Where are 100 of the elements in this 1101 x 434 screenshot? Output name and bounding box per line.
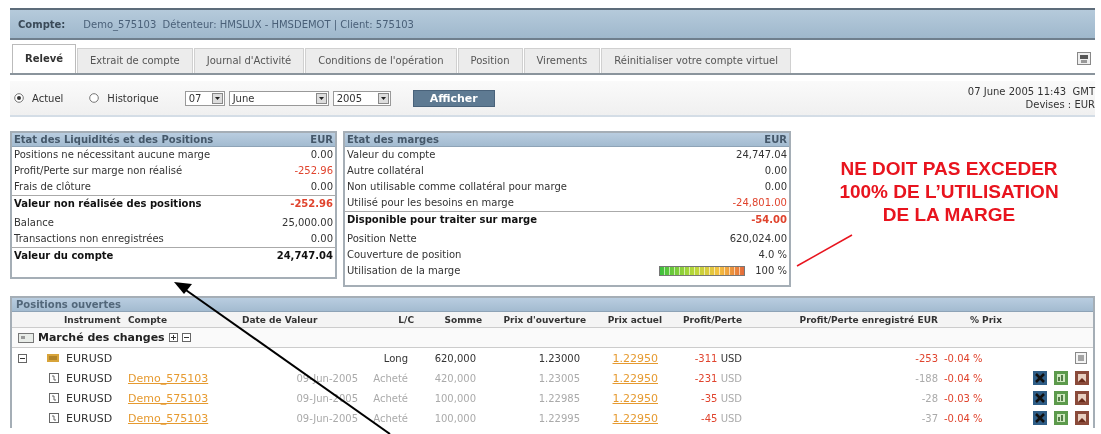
table-cell-text: EURUSD (65, 391, 114, 405)
table-cell-text: EURUSD (65, 411, 114, 425)
document-icon (49, 413, 59, 423)
row-value: 0.00 (310, 148, 333, 162)
column-header: % Prix (968, 314, 1003, 325)
chart-button[interactable] (1054, 391, 1068, 405)
tab[interactable]: Position (457, 48, 523, 73)
tab[interactable]: Extrait de compte (77, 48, 193, 73)
month-dropdown[interactable]: June (228, 90, 329, 106)
table-cell-text: Acheté (372, 372, 409, 384)
chart-button[interactable] (1054, 371, 1068, 385)
x-mark-button[interactable] (1033, 391, 1047, 405)
account-label: Compte: (18, 18, 66, 30)
table-cell-text: -0.03 % (944, 392, 984, 404)
table-cell-text: 1.22995 (537, 412, 581, 424)
row-value: 25,000.00 (282, 216, 333, 230)
coins-icon (47, 353, 59, 363)
row-label: Valeur du compte (347, 148, 436, 162)
row-label: Couverture de position (347, 248, 462, 262)
row-label: Position Nette (347, 232, 417, 246)
table-cell-text: 09-Jun-2005 (295, 412, 359, 424)
row-value: 24,747.04 (736, 148, 787, 162)
column-header: Instrument (64, 314, 122, 325)
row-label: Frais de clôture (14, 180, 91, 194)
tab[interactable]: Réinitialiser votre compte virtuel (601, 48, 792, 73)
row-label: Non utilisable comme collatéral pour marge (347, 180, 567, 194)
table-cell-text: -0.04 % (944, 352, 984, 364)
currency-label: USD (720, 352, 742, 364)
collapse-icon[interactable] (18, 353, 27, 363)
table-cell-text: 1.23000 (537, 352, 581, 364)
table-cell-text: -0.04 % (944, 412, 984, 424)
table-cell-text: -37 (920, 412, 939, 424)
image-button[interactable] (1075, 411, 1089, 425)
row-value: 100 % (755, 264, 787, 278)
row-label: Profit/Perte sur marge non réalisé (14, 164, 183, 178)
image-button[interactable] (1075, 391, 1089, 405)
column-header: L/C (397, 314, 414, 325)
row-value: -54.00 (751, 213, 787, 227)
row-label: Utilisé pour les besoins en marge (347, 196, 514, 210)
warning-note: NE DOIT PAS EXCEDER 100% DE L’UTILISATION DE LA MARGE (838, 157, 1060, 226)
x-mark-button[interactable] (1033, 371, 1047, 385)
row-value: -252.96 (294, 164, 333, 178)
column-header: Profit/Perte enregistré EUR (798, 314, 939, 325)
row-value: -252.96 (290, 197, 333, 211)
year-dropdown[interactable]: 2005 (332, 90, 391, 106)
currency-label: Devises : EUR (1024, 98, 1095, 111)
printer-icon[interactable] (1077, 52, 1091, 65)
panel-title: Etat des marges (347, 134, 439, 145)
image-button[interactable] (1075, 371, 1089, 385)
row-value: 0.00 (310, 180, 333, 194)
radio-label[interactable]: Historique (107, 92, 159, 104)
row-value: 620,024.00 (729, 232, 787, 246)
day-dropdown[interactable]: 07 (184, 90, 225, 106)
profit-value: -45 (701, 412, 718, 424)
currency-label: EUR (764, 134, 787, 145)
expand-icon[interactable] (168, 333, 178, 342)
table-cell-text: 620,000 (433, 352, 477, 364)
tab[interactable]: Virements (523, 48, 601, 73)
row-value: -24,801.00 (732, 196, 787, 210)
collapse-icon[interactable] (181, 333, 191, 342)
table-cell-text: 1.23005 (537, 372, 581, 384)
show-button[interactable]: Afficher (412, 89, 495, 107)
table-cell-text: -0.04 % (944, 372, 984, 384)
row-label: Autre collatéral (347, 164, 424, 178)
row-value: 0.00 (310, 232, 333, 246)
row-label: Utilisation de la marge (347, 264, 461, 278)
group-label: Marché des changes (38, 331, 165, 344)
tab[interactable]: Journal d'Activité (193, 48, 305, 73)
column-header: Compte (127, 314, 168, 325)
row-label: Transactions non enregistrées (14, 232, 164, 246)
table-cell-text: 1.22985 (537, 392, 581, 404)
radio-label[interactable]: Actuel (32, 92, 64, 104)
table-cell-text: 420,000 (433, 372, 477, 384)
table-cell-text: -253 (914, 352, 939, 364)
row-label: Valeur du compte (14, 249, 114, 263)
row-value: 0.00 (764, 164, 787, 178)
panel-title: Positions ouvertes (12, 298, 1093, 312)
radio-button[interactable] (89, 93, 100, 103)
tab[interactable]: Relevé (12, 44, 76, 73)
table-cell-text: EURUSD (65, 371, 114, 385)
currency-label: USD (720, 372, 742, 384)
chart-button[interactable] (1054, 411, 1068, 425)
calculator-button[interactable] (1075, 352, 1087, 364)
row-label: Positions ne nécessitant aucune marge (14, 148, 211, 162)
profit-value: -231 (694, 372, 718, 384)
row-value: 24,747.04 (276, 249, 333, 263)
table-cell-text: Long (382, 352, 409, 364)
table-cell-text: Acheté (372, 392, 409, 404)
row-value: 0.00 (764, 180, 787, 194)
table-cell-text: 100,000 (433, 412, 477, 424)
column-header: Profit/Perte (681, 314, 743, 325)
radio-button[interactable] (14, 93, 24, 103)
tab[interactable]: Conditions de l'opération (305, 48, 457, 73)
profit-value: -311 (694, 352, 718, 364)
account-info: Demo_575103 Détenteur: HMSLUX - HMSDEMOT | Client: 575103 (83, 18, 414, 30)
folder-icon (18, 332, 34, 343)
panel-title: Etat des Liquidités et des Positions (14, 134, 214, 145)
row-label: Disponible pour traiter sur marge (347, 213, 538, 227)
x-mark-button[interactable] (1033, 411, 1047, 425)
table-cell-text: -28 (920, 392, 939, 404)
